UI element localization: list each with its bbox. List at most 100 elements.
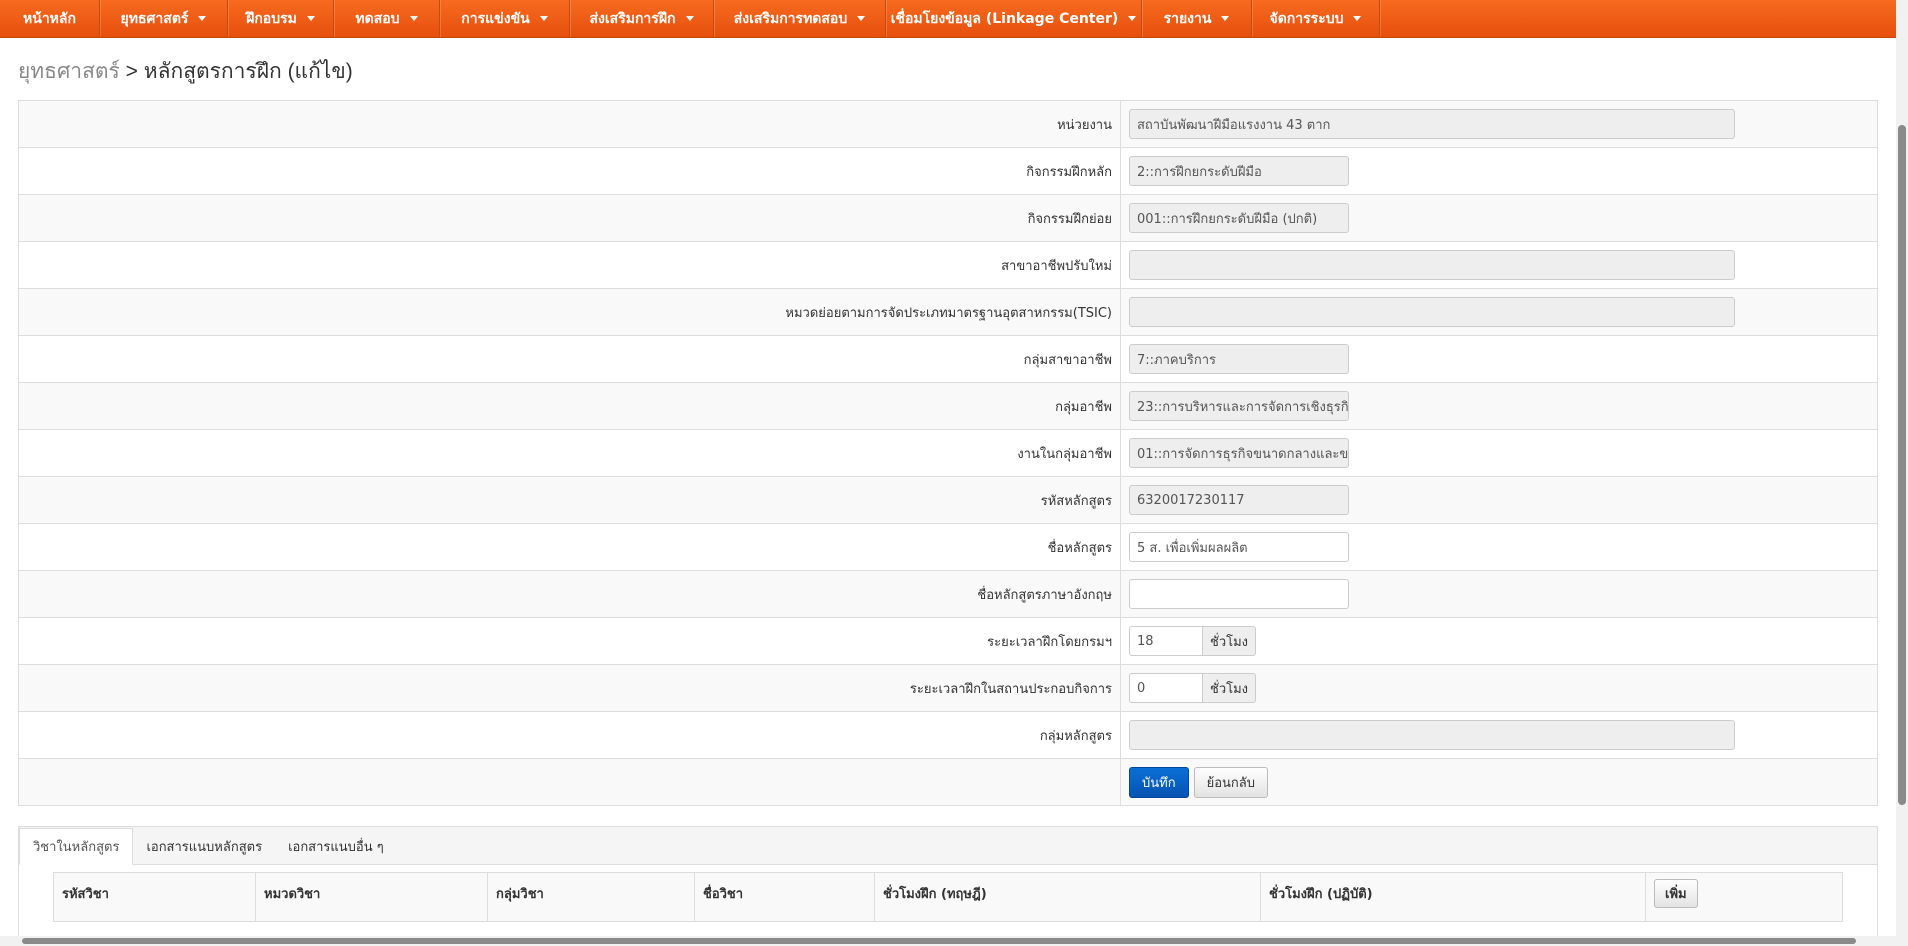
- column-add: เพิ่ม: [1646, 873, 1842, 921]
- job-in-group-field: 01::การจัดการธุรกิจขนาดกลางและข: [1129, 438, 1349, 468]
- horizontal-scrollbar-thumb[interactable]: [22, 938, 1856, 944]
- form-row-dept-hours: ระยะเวลาฝึกโดยกรมฯ 18 ชั่วโมง: [19, 618, 1877, 665]
- breadcrumb: ยุทธศาสตร์ > หลักสูตรการฝึก (แก้ไข): [18, 55, 353, 88]
- nav-reports[interactable]: รายงาน: [1142, 0, 1252, 37]
- course-name-label: ชื่อหลักสูตร: [19, 524, 1121, 570]
- tsic-label: หมวดย่อยตามการจัดประเภทมาตรฐานอุตสาหกรรม…: [19, 289, 1121, 335]
- vertical-scrollbar[interactable]: [1896, 0, 1908, 946]
- agency-field: สถาบันพัฒนาฝีมือแรงงาน 43 ตาก: [1129, 109, 1735, 139]
- course-tabs-panel: วิชาในหลักสูตร เอกสารแนบหลักสูตร เอกสารแ…: [18, 826, 1878, 946]
- dept-hours-label: ระยะเวลาฝึกโดยกรมฯ: [19, 618, 1121, 664]
- dept-hours-unit: ชั่วโมง: [1203, 626, 1257, 656]
- page-title: หลักสูตรการฝึก (แก้ไข): [143, 60, 353, 83]
- nav-testing[interactable]: ทดสอบ: [334, 0, 440, 37]
- nav-strategy[interactable]: ยุทธศาสตร์: [100, 0, 228, 37]
- course-code-field: 6320017230117: [1129, 485, 1349, 515]
- nav-testing-promotion-label: ส่งเสริมการทดสอบ: [733, 10, 848, 27]
- retrain-branch-field: [1129, 250, 1735, 280]
- form-row-agency: หน่วยงาน สถาบันพัฒนาฝีมือแรงงาน 43 ตาก: [19, 101, 1877, 148]
- nav-training-label: ฝึกอบรม: [246, 10, 297, 27]
- nav-competition[interactable]: การแข่งขัน: [440, 0, 570, 37]
- caret-down-icon: [409, 16, 418, 21]
- course-edit-form: หน่วยงาน สถาบันพัฒนาฝีมือแรงงาน 43 ตาก ก…: [18, 100, 1878, 806]
- caret-down-icon: [306, 16, 315, 21]
- career-branch-group-label: กลุ่มสาขาอาชีพ: [19, 336, 1121, 382]
- main-activity-label: กิจกรรมฝึกหลัก: [19, 148, 1121, 194]
- dept-hours-input[interactable]: 18: [1129, 626, 1203, 656]
- course-name-en-label: ชื่อหลักสูตรภาษาอังกฤษ: [19, 571, 1121, 617]
- form-row-course-name-en: ชื่อหลักสูตรภาษาอังกฤษ: [19, 571, 1877, 618]
- subjects-table-header: รหัสวิชา หมวดวิชา กลุ่มวิชา ชื่อวิชา ชั่…: [53, 872, 1843, 922]
- column-practice-hours: ชั่วโมงฝึก (ปฏิบัติ): [1261, 873, 1646, 921]
- nav-home[interactable]: หน้าหลัก: [0, 0, 100, 37]
- caret-down-icon: [685, 16, 694, 21]
- top-navbar: หน้าหลัก ยุทธศาสตร์ ฝึกอบรม ทดสอบ การแข่…: [0, 0, 1896, 38]
- tab-subjects[interactable]: วิชาในหลักสูตร: [19, 828, 134, 865]
- nav-training-promotion-label: ส่งเสริมการฝึก: [589, 10, 676, 27]
- nav-testing-promotion[interactable]: ส่งเสริมการทดสอบ: [714, 0, 886, 37]
- sub-activity-field: 001::การฝึกยกระดับฝีมือ (ปกติ): [1129, 203, 1349, 233]
- form-row-job-in-group: งานในกลุ่มอาชีพ 01::การจัดการธุรกิจขนาดก…: [19, 430, 1877, 477]
- nav-reports-label: รายงาน: [1163, 10, 1212, 27]
- caret-down-icon: [1221, 16, 1230, 21]
- agency-label: หน่วยงาน: [19, 101, 1121, 147]
- job-in-group-label: งานในกลุ่มอาชีพ: [19, 430, 1121, 476]
- tab-course-attachments[interactable]: เอกสารแนบหลักสูตร: [133, 828, 275, 864]
- career-group-field: 23::การบริหารและการจัดการเชิงธุรกิ: [1129, 391, 1349, 421]
- form-row-sub-activity: กิจกรรมฝึกย่อย 001::การฝึกยกระดับฝีมือ (…: [19, 195, 1877, 242]
- caret-down-icon: [857, 16, 866, 21]
- form-row-course-group: กลุ่มหลักสูตร: [19, 712, 1877, 759]
- caret-down-icon: [539, 16, 548, 21]
- form-row-actions: บันทึก ย้อนกลับ: [19, 759, 1877, 806]
- nav-strategy-label: ยุทธศาสตร์: [120, 10, 189, 27]
- column-subject-name: ชื่อวิชา: [695, 873, 875, 921]
- course-name-en-input[interactable]: [1129, 579, 1349, 609]
- nav-system-admin-label: จัดการระบบ: [1269, 10, 1344, 27]
- form-row-career-group: กลุ่มอาชีพ 23::การบริหารและการจัดการเชิง…: [19, 383, 1877, 430]
- onsite-hours-input[interactable]: 0: [1129, 673, 1203, 703]
- course-name-input[interactable]: 5 ส. เพื่อเพิ่มผลผลิต: [1129, 532, 1349, 562]
- nav-competition-label: การแข่งขัน: [461, 10, 530, 27]
- career-branch-group-field: 7::ภาคบริการ: [1129, 344, 1349, 374]
- form-row-career-branch-group: กลุ่มสาขาอาชีพ 7::ภาคบริการ: [19, 336, 1877, 383]
- form-row-retrain-branch: สาขาอาชีพปรับใหม่: [19, 242, 1877, 289]
- onsite-hours-unit: ชั่วโมง: [1203, 673, 1257, 703]
- column-theory-hours: ชั่วโมงฝึก (ทฤษฎี): [875, 873, 1261, 921]
- column-subject-code: รหัสวิชา: [54, 873, 256, 921]
- form-row-course-name: ชื่อหลักสูตร 5 ส. เพื่อเพิ่มผลผลิต: [19, 524, 1877, 571]
- form-row-course-code: รหัสหลักสูตร 6320017230117: [19, 477, 1877, 524]
- sub-activity-label: กิจกรรมฝึกย่อย: [19, 195, 1121, 241]
- tsic-field: [1129, 297, 1735, 327]
- nav-linkage-center[interactable]: เชื่อมโยงข้อมูล (Linkage Center): [886, 0, 1142, 37]
- column-subject-category: หมวดวิชา: [256, 873, 488, 921]
- add-subject-button[interactable]: เพิ่ม: [1654, 879, 1698, 908]
- nav-training[interactable]: ฝึกอบรม: [228, 0, 334, 37]
- course-group-label: กลุ่มหลักสูตร: [19, 712, 1121, 758]
- tab-other-attachments[interactable]: เอกสารแนบอื่น ๆ: [275, 828, 397, 864]
- course-code-label: รหัสหลักสูตร: [19, 477, 1121, 523]
- column-subject-group: กลุ่มวิชา: [488, 873, 695, 921]
- nav-training-promotion[interactable]: ส่งเสริมการฝึก: [570, 0, 714, 37]
- vertical-scrollbar-thumb[interactable]: [1898, 125, 1906, 805]
- nav-system-admin[interactable]: จัดการระบบ: [1252, 0, 1380, 37]
- breadcrumb-strategy-link[interactable]: ยุทธศาสตร์: [18, 60, 120, 83]
- caret-down-icon: [1128, 16, 1137, 21]
- nav-home-label: หน้าหลัก: [23, 10, 76, 27]
- back-button[interactable]: ย้อนกลับ: [1193, 766, 1268, 798]
- nav-testing-label: ทดสอบ: [355, 10, 400, 27]
- retrain-branch-label: สาขาอาชีพปรับใหม่: [19, 242, 1121, 288]
- course-group-field: [1129, 720, 1735, 750]
- form-row-onsite-hours: ระยะเวลาฝึกในสถานประกอบกิจการ 0 ชั่วโมง: [19, 665, 1877, 712]
- onsite-hours-label: ระยะเวลาฝึกในสถานประกอบกิจการ: [19, 665, 1121, 711]
- form-row-main-activity: กิจกรรมฝึกหลัก 2::การฝึกยกระดับฝีมือ: [19, 148, 1877, 195]
- caret-down-icon: [198, 16, 207, 21]
- horizontal-scrollbar[interactable]: [0, 936, 1896, 946]
- form-row-tsic: หมวดย่อยตามการจัดประเภทมาตรฐานอุตสาหกรรม…: [19, 289, 1877, 336]
- breadcrumb-separator: >: [119, 60, 144, 83]
- tab-bar: วิชาในหลักสูตร เอกสารแนบหลักสูตร เอกสารแ…: [19, 827, 1877, 865]
- save-button[interactable]: บันทึก: [1129, 766, 1189, 798]
- actions-label-cell: [19, 759, 1121, 805]
- career-group-label: กลุ่มอาชีพ: [19, 383, 1121, 429]
- caret-down-icon: [1353, 16, 1362, 21]
- nav-linkage-center-label: เชื่อมโยงข้อมูล (Linkage Center): [890, 10, 1119, 27]
